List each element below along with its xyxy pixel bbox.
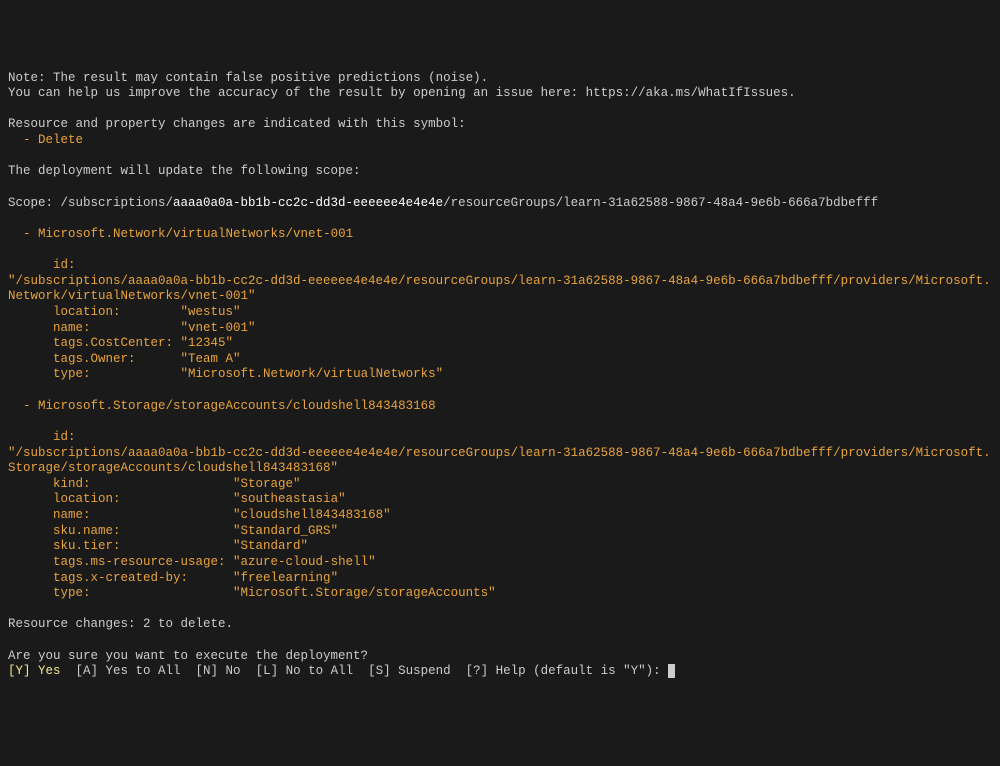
resource2-name-value: "cloudshell843483168" [233,508,391,522]
resource2-header: - Microsoft.Storage/storageAccounts/clou… [8,399,436,413]
resource1-name-value: "vnet-001" [181,321,256,335]
resource2-tags-usage-label: tags.ms-resource-usage: [8,555,233,569]
scope-intro: The deployment will update the following… [8,164,361,178]
resource2-tags-usage-value: "azure-cloud-shell" [233,555,376,569]
resource2-id-label: id: [8,430,233,444]
resource1-tags-cc-value: "12345" [181,336,234,350]
prompt-no-all[interactable]: [L] No to All [241,664,354,678]
resource2-kind-label: kind: [8,477,233,491]
terminal-output: Note: The result may contain false posit… [8,71,992,680]
resource2-type-value: "Microsoft.Storage/storageAccounts" [233,586,496,600]
resource1-location-label: location: [8,305,181,319]
resource1-id-label: id: [8,258,173,272]
resource2-location-value: "southeastasia" [233,492,346,506]
resource1-location-value: "westus" [181,305,241,319]
resource2-tags-created-label: tags.x-created-by: [8,571,233,585]
cursor[interactable] [668,664,675,678]
prompt-suspend[interactable]: [S] Suspend [353,664,451,678]
scope-prefix: Scope: /subscriptions/ [8,196,173,210]
note-line-2: You can help us improve the accuracy of … [8,86,796,100]
resource2-sku-tier-value: "Standard" [233,539,308,553]
resource2-location-label: location: [8,492,233,506]
confirm-question: Are you sure you want to execute the dep… [8,649,368,663]
delete-symbol: - Delete [8,133,83,147]
scope-suffix: /resourceGroups/learn-31a62588-9867-48a4… [443,196,878,210]
resource1-tags-cc-label: tags.CostCenter: [8,336,181,350]
resource1-tags-owner-value: "Team A" [181,352,241,366]
resource2-id-value: "/subscriptions/aaaa0a0a-bb1b-cc2c-dd3d-… [8,446,991,476]
resource1-header: - Microsoft.Network/virtualNetworks/vnet… [8,227,353,241]
resource1-type-label: type: [8,367,181,381]
changes-header: Resource and property changes are indica… [8,117,466,131]
resource1-tags-owner-label: tags.Owner: [8,352,181,366]
prompt-yes[interactable]: [Y] Yes [8,664,61,678]
resource1-id-value: "/subscriptions/aaaa0a0a-bb1b-cc2c-dd3d-… [8,274,991,304]
prompt-help[interactable]: [?] Help (default is "Y"): [451,664,669,678]
resource1-name-label: name: [8,321,181,335]
resource1-type-value: "Microsoft.Network/virtualNetworks" [181,367,444,381]
prompt-yes-all[interactable]: [A] Yes to All [61,664,181,678]
resource2-sku-name-value: "Standard_GRS" [233,524,338,538]
resource2-sku-name-label: sku.name: [8,524,233,538]
resource2-sku-tier-label: sku.tier: [8,539,233,553]
note-line-1: Note: The result may contain false posit… [8,71,488,85]
resource2-kind-value: "Storage" [233,477,301,491]
summary: Resource changes: 2 to delete. [8,617,233,631]
resource2-tags-created-value: "freelearning" [233,571,338,585]
resource2-type-label: type: [8,586,233,600]
resource2-name-label: name: [8,508,233,522]
prompt-no[interactable]: [N] No [181,664,241,678]
subscription-id: aaaa0a0a-bb1b-cc2c-dd3d-eeeeee4e4e4e [173,196,443,210]
